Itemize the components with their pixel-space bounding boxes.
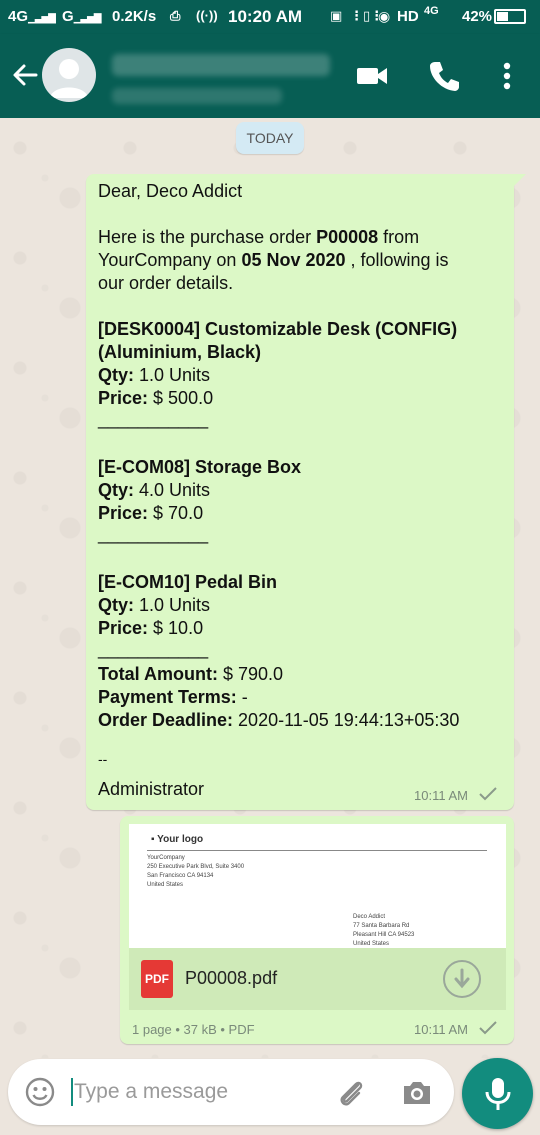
network-speed: 0.2K/s [112, 8, 157, 25]
preview-recipient-country: United States [353, 941, 390, 947]
message-time: 10:11 AM [414, 788, 468, 803]
pdf-preview[interactable]: ▪ Your logo YourCompany 250 Executive Pa… [129, 824, 506, 948]
preview-recipient-address-1: 77 Santa Barbara Rd [353, 923, 410, 929]
voice-message-button[interactable] [462, 1058, 533, 1129]
more-options-icon[interactable] [490, 58, 524, 94]
preview-address-line-2: San Francisco CA 94134 [147, 873, 214, 879]
microphone-icon [485, 1078, 511, 1110]
network-indicator-1: 4G▁▃▅▇ [8, 8, 56, 25]
camera-icon[interactable] [400, 1076, 434, 1110]
alarm-icon: ◉ [378, 8, 391, 24]
battery-icon [494, 9, 526, 24]
file-name[interactable]: P00008.pdf [185, 968, 277, 989]
preview-divider [147, 850, 487, 851]
message-placeholder: Type a message [74, 1080, 229, 1103]
sent-check-icon [479, 787, 497, 801]
message-input[interactable]: Type a message [8, 1059, 454, 1125]
message-greeting: Dear, Deco Addict [98, 181, 243, 201]
status-bar: 4G▁▃▅▇ G▁▃▅▇ 0.2K/s ⎙ ((·)) 10:20 AM ▣ ⋮… [0, 0, 540, 34]
item-qty: Qty: 4.0 Units [98, 480, 211, 500]
screenshot-icon: ⎙ [170, 8, 181, 23]
network-indicator-3: 4G [424, 5, 439, 17]
attachment-time: 10:11 AM [414, 1022, 468, 1037]
voice-call-icon[interactable] [426, 58, 462, 94]
item-price: Price: $ 10.0 [98, 618, 204, 638]
item-price: Price: $ 500.0 [98, 388, 214, 408]
item-price: Price: $ 70.0 [98, 503, 204, 523]
item-title: [E-COM08] Storage Box [98, 457, 302, 477]
preview-company: YourCompany [147, 855, 185, 861]
item-qty: Qty: 1.0 Units [98, 595, 211, 615]
item-variant: (Aluminium, Black) [98, 342, 262, 362]
total-amount: Total Amount: $ 790.0 [98, 664, 284, 684]
item-qty: Qty: 1.0 Units [98, 365, 211, 385]
emoji-icon[interactable] [24, 1076, 56, 1108]
battery-fill [497, 12, 508, 21]
battery-percent: 42% [462, 8, 493, 25]
sent-check-icon [479, 1021, 497, 1035]
item-separator: ___________ [98, 409, 209, 429]
file-info: 1 page • 37 kB • PDF [132, 1022, 255, 1037]
signature: Administrator [98, 779, 205, 799]
video-call-icon[interactable] [354, 58, 390, 94]
chat-area[interactable]: TODAY Dear, Deco Addict Here is the purc… [0, 118, 540, 1058]
hotspot-icon: ((·)) [196, 8, 218, 23]
message-intro-line-2: YourCompany on 05 Nov 2020 , following i… [98, 250, 449, 270]
battery-saver-icon: ▣ [330, 8, 343, 23]
hd-indicator: HD [397, 8, 419, 25]
item-separator: ___________ [98, 524, 209, 544]
message-intro-line-3: our order details. [98, 273, 234, 293]
avatar[interactable] [42, 48, 96, 102]
preview-logo-text: ▪ Your logo [151, 834, 204, 845]
payment-terms: Payment Terms: - [98, 687, 248, 707]
item-separator: ___________ [98, 639, 209, 659]
preview-recipient-name: Deco Addict [353, 914, 386, 920]
file-row[interactable]: PDF P00008.pdf [129, 948, 506, 1010]
order-deadline: Order Deadline: 2020-11-05 19:44:13+05:3… [98, 710, 460, 730]
contact-name-redacted[interactable] [112, 54, 330, 76]
preview-recipient-address-2: Pleasant Hill CA 94523 [353, 932, 415, 938]
preview-country: United States [147, 882, 184, 888]
clock: 10:20 AM [228, 7, 303, 26]
contact-number-redacted [112, 88, 282, 104]
pdf-file-icon: PDF [141, 960, 173, 998]
attach-icon[interactable] [334, 1076, 368, 1110]
download-button[interactable] [443, 960, 481, 998]
default-avatar-icon [50, 59, 88, 98]
signature-separator: -- [98, 751, 108, 767]
network-indicator-2: G▁▃▅▇ [62, 8, 101, 25]
back-arrow-icon[interactable] [10, 60, 40, 90]
download-arrow-icon [454, 968, 470, 989]
composer-bar: Type a message [0, 1058, 540, 1135]
chat-header [0, 34, 540, 118]
item-title: [DESK0004] Customizable Desk (CONFIG) [98, 319, 458, 339]
preview-address-line-1: 250 Executive Park Blvd, Suite 3400 [147, 864, 245, 870]
item-title: [E-COM10] Pedal Bin [98, 572, 278, 592]
pdf-attachment-message[interactable]: ▪ Your logo YourCompany 250 Executive Pa… [120, 816, 514, 1044]
outgoing-message[interactable]: Dear, Deco Addict Here is the purchase o… [86, 174, 526, 810]
text-caret [71, 1078, 73, 1106]
date-chip: TODAY [236, 122, 304, 154]
message-intro-line-1: Here is the purchase order P00008 from [98, 227, 420, 247]
